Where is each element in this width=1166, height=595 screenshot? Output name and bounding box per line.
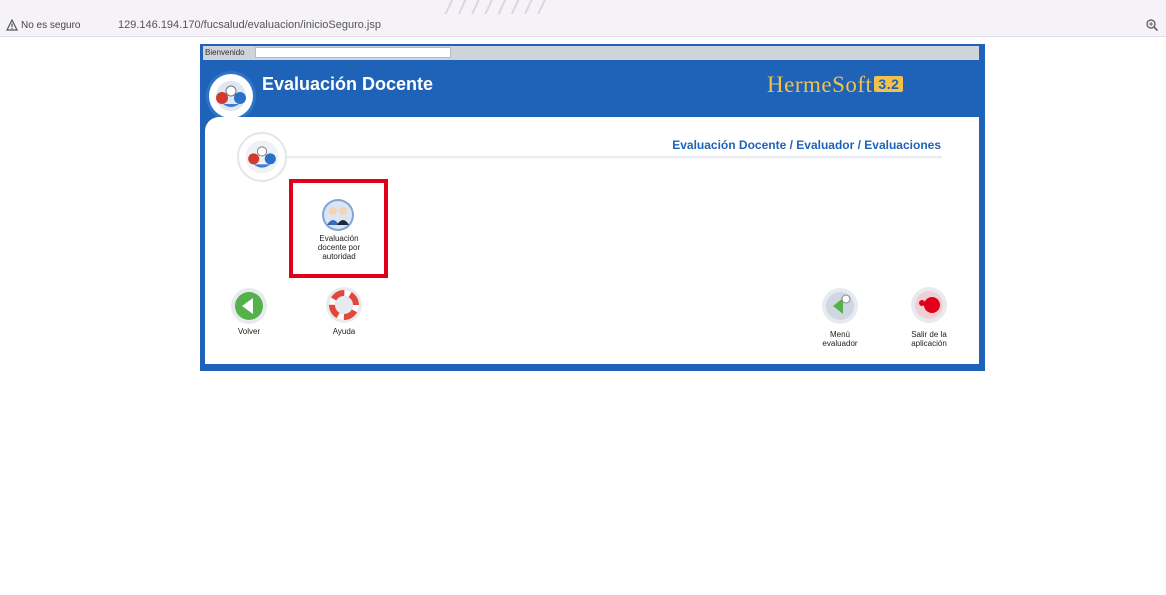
exit-label-line: Salir de la: [911, 330, 947, 339]
brand-version: 3.2: [874, 76, 904, 92]
warning-triangle-icon[interactable]: [6, 19, 18, 31]
menu-label-line: evaluador: [822, 339, 858, 348]
tile-label-line: docente por: [317, 243, 361, 252]
app-window: Bienvenido Evaluación Docente HermeSoft 3…: [200, 44, 985, 371]
breadcrumb: Evaluación Docente / Evaluador / Evaluac…: [672, 138, 941, 152]
security-status[interactable]: No es seguro: [21, 20, 80, 31]
brand-logo: HermeSoft 3.2: [767, 72, 904, 98]
browser-address-bar: No es seguro 129.146.194.170/fucsalud/ev…: [0, 0, 1166, 37]
evaluation-by-authority-link[interactable]: Evaluación docente por autoridad: [294, 234, 384, 261]
brand-name: HermeSoft: [767, 72, 873, 97]
back-button[interactable]: Volver: [214, 327, 284, 336]
breadcrumb-divider: [282, 156, 942, 159]
breadcrumb-logo-icon: [237, 132, 287, 182]
url-text[interactable]: 129.146.194.170/fucsalud/evaluacion/inic…: [118, 19, 381, 31]
arrow-left-icon[interactable]: [229, 286, 269, 326]
zoom-icon[interactable]: [1145, 18, 1159, 32]
tile-label-line: Evaluación: [319, 234, 359, 243]
exit-label-line: aplicación: [911, 339, 947, 348]
toolbar-decoration: [440, 0, 550, 14]
app-logo-icon: [209, 74, 253, 118]
people-evaluation-icon[interactable]: [321, 198, 355, 232]
menu-back-icon[interactable]: [820, 286, 860, 326]
help-button[interactable]: Ayuda: [309, 327, 379, 336]
help-button-label: Ayuda: [332, 327, 356, 336]
menu-evaluator-button[interactable]: Menú evaluador: [805, 330, 875, 348]
tile-label-line: autoridad: [322, 252, 356, 261]
welcome-user-field: [255, 47, 451, 58]
exit-application-button[interactable]: Salir de la aplicación: [894, 330, 964, 348]
back-button-label: Volver: [237, 327, 261, 336]
exit-icon[interactable]: [909, 285, 949, 325]
welcome-label: Bienvenido: [205, 48, 245, 57]
welcome-bar: Bienvenido: [203, 46, 979, 60]
lifebuoy-icon[interactable]: [324, 285, 364, 325]
menu-label-line: Menú: [829, 330, 850, 339]
page-title: Evaluación Docente: [262, 74, 434, 94]
